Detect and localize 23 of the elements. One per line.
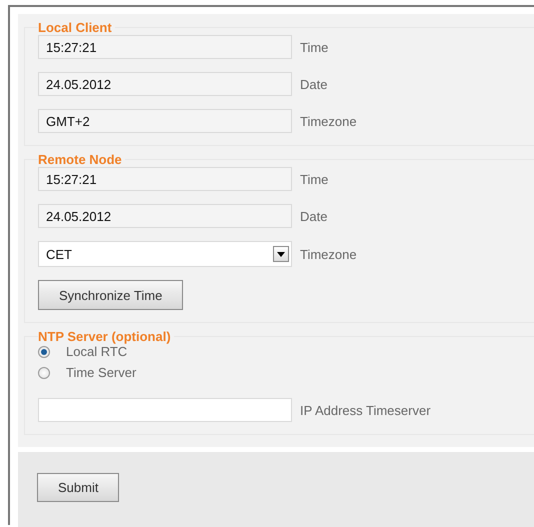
text-field[interactable]: GMT+2 <box>38 109 292 133</box>
section-title: Remote Node <box>38 152 123 167</box>
radio-button[interactable] <box>38 346 50 358</box>
field-label: Time <box>300 40 328 54</box>
submit-button[interactable]: Submit <box>37 473 120 502</box>
field-label: Date <box>300 76 328 92</box>
radio-button[interactable] <box>38 366 50 378</box>
input-field[interactable] <box>38 398 292 422</box>
synchronize-button[interactable]: Synchronize Time <box>38 280 184 310</box>
section-title: Local Client <box>38 20 113 35</box>
field-label: Date <box>300 208 328 224</box>
field-label: Time <box>300 172 328 186</box>
radio-label: Time Server <box>66 365 136 380</box>
timezone-dropdown[interactable]: CET <box>38 241 292 267</box>
radio-label: Local RTC <box>66 344 128 359</box>
text-field[interactable]: 15:27:21 <box>38 167 292 191</box>
field-label: Timezone <box>300 246 357 262</box>
field-label: Timezone <box>300 114 357 128</box>
text-field[interactable]: 15:27:21 <box>38 35 292 59</box>
section-title: NTP Server (optional) <box>38 329 172 344</box>
text-field[interactable]: 24.05.2012 <box>38 204 292 228</box>
text-field[interactable]: 24.05.2012 <box>38 72 292 96</box>
field-label: IP Address Timeserver <box>300 402 431 418</box>
